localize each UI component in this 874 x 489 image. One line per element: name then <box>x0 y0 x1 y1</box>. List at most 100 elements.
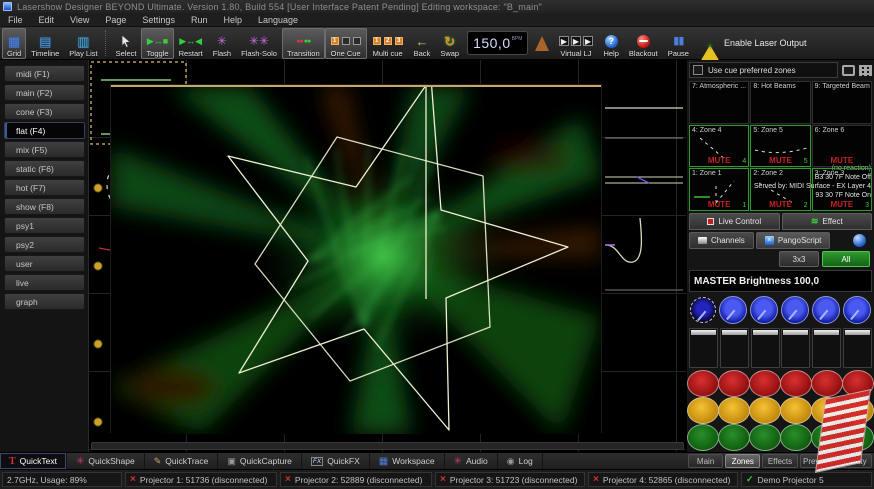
enable-laser-output-button[interactable]: ✳ Enable Laser Output <box>700 35 807 52</box>
help-button[interactable]: ? Help <box>598 28 623 59</box>
fader-slider[interactable] <box>781 328 810 368</box>
menu-language[interactable]: Language <box>250 15 306 25</box>
zone-cell-6[interactable]: 6: Zone 6 MUTE <box>812 125 872 168</box>
status-demo-projector-5[interactable]: ✓ Demo Projector 5 <box>741 472 872 487</box>
fader-slider[interactable] <box>812 328 841 368</box>
knob[interactable] <box>719 296 747 324</box>
zone-cell-5[interactable]: 5: Zone 5 MUTE 5 <box>750 125 810 168</box>
menu-help[interactable]: Help <box>215 15 250 25</box>
grid-view-button[interactable]: ▦ Grid <box>2 28 26 59</box>
tab-pangoscript[interactable]: × PangoScript <box>756 232 831 249</box>
timeline-view-button[interactable]: ▤ Timeline <box>26 28 64 59</box>
sidebar-item-static[interactable]: static (F6) <box>4 160 85 177</box>
color-button-yellow[interactable] <box>718 397 750 424</box>
tab-quicktext[interactable]: T QuickText <box>0 453 67 469</box>
fader-slider[interactable] <box>751 328 780 368</box>
playlist-view-button[interactable]: ▥ Play List <box>64 28 102 59</box>
color-button-red[interactable] <box>718 370 750 397</box>
grid-3x3-button[interactable]: 3x3 <box>779 251 819 267</box>
sidebar-item-live[interactable]: live <box>4 274 85 291</box>
multi-cue-button[interactable]: 123 Multi cue <box>367 28 409 59</box>
tab-audio[interactable]: ✳ Audio <box>445 453 498 469</box>
knob[interactable] <box>812 296 840 324</box>
tab-quickshape[interactable]: ✳ QuickShape <box>67 453 145 469</box>
sidebar-item-user[interactable]: user <box>4 255 85 272</box>
zone-cell-3[interactable]: 3: Zone 3 MUTE 3 <box>812 168 872 211</box>
sidebar-item-mix[interactable]: mix (F5) <box>4 141 85 158</box>
menu-edit[interactable]: Edit <box>31 15 63 25</box>
color-button-green[interactable] <box>749 424 781 451</box>
pause-button[interactable]: ▮▮ Pause <box>663 28 694 59</box>
select-mode-button[interactable]: Select <box>111 28 142 59</box>
bpm-display[interactable]: 150,0 BPM <box>467 31 528 55</box>
tab-effects[interactable]: Effects <box>762 454 797 468</box>
zone-cell-4[interactable]: 4: Zone 4 MUTE 4 <box>689 125 749 168</box>
globe-icon[interactable] <box>853 234 866 247</box>
use-cue-preferred-zones[interactable]: Use cue preferred zones <box>689 62 838 78</box>
transition-button[interactable]: ●●●● Transition <box>282 28 325 59</box>
restart-button[interactable]: ▶↔◀ Restart <box>174 28 208 59</box>
virtual-lj-button[interactable]: ▶▶▶ Virtual LJ <box>553 28 598 59</box>
grid-view-icon[interactable] <box>859 65 872 76</box>
sidebar-item-hot[interactable]: hot (F7) <box>4 179 85 196</box>
horizontal-scrollbar[interactable] <box>91 442 684 450</box>
tab-workspace[interactable]: ▦ Workspace <box>370 453 445 469</box>
knob[interactable] <box>750 296 778 324</box>
flash-solo-button[interactable]: ✳✳ Flash-Solo <box>236 28 282 59</box>
fader-slider[interactable] <box>689 328 718 368</box>
menu-run[interactable]: Run <box>183 15 216 25</box>
status-projector-3[interactable]: × Projector 3: 51723 (disconnected) <box>435 472 585 487</box>
color-button-yellow[interactable] <box>687 397 719 424</box>
swap-button[interactable]: ↻ Swap <box>435 28 464 59</box>
zone-cell-1[interactable]: 1: Zone 1 MUTE 1 <box>689 168 749 211</box>
blackout-button[interactable]: Blackout <box>624 28 663 59</box>
color-button-red[interactable] <box>780 370 812 397</box>
sidebar-item-psy1[interactable]: psy1 <box>4 217 85 234</box>
master-brightness-display[interactable]: MASTER Brightness 100,0 <box>689 270 872 292</box>
tab-effect[interactable]: ≋ Effect <box>782 213 873 230</box>
metronome-icon[interactable] <box>535 36 549 51</box>
color-button-green[interactable] <box>780 424 812 451</box>
tab-live-control[interactable]: Live Control <box>689 213 780 230</box>
color-button-red[interactable] <box>687 370 719 397</box>
status-projector-4[interactable]: × Projector 4: 52865 (disconnected) <box>588 472 738 487</box>
sidebar-item-midi[interactable]: midi (F1) <box>4 65 85 82</box>
knob[interactable] <box>690 297 716 323</box>
back-button[interactable]: ← Back <box>409 28 436 59</box>
knob[interactable] <box>843 296 871 324</box>
fader-slider[interactable] <box>720 328 749 368</box>
all-button[interactable]: All <box>822 251 870 267</box>
status-projector-2[interactable]: × Projector 2: 52889 (disconnected) <box>280 472 432 487</box>
flash-button[interactable]: ✳ Flash <box>208 28 236 59</box>
knob[interactable] <box>781 296 809 324</box>
toggle-play-button[interactable]: ▶↔■ Toggle <box>141 28 173 59</box>
sidebar-item-main[interactable]: main (F2) <box>4 84 85 101</box>
color-button-red[interactable] <box>749 370 781 397</box>
color-button-yellow[interactable] <box>780 397 812 424</box>
tab-main[interactable]: Main <box>688 454 723 468</box>
tab-zones[interactable]: Zones <box>725 454 760 468</box>
sidebar-item-psy2[interactable]: psy2 <box>4 236 85 253</box>
color-button-yellow[interactable] <box>749 397 781 424</box>
sidebar-item-cone[interactable]: cone (F3) <box>4 103 85 120</box>
color-button-green[interactable] <box>718 424 750 451</box>
menu-settings[interactable]: Settings <box>134 15 183 25</box>
one-cue-button[interactable]: 1 One Cue <box>325 28 367 59</box>
laser-preview-window[interactable] <box>111 85 601 432</box>
color-button-green[interactable] <box>687 424 719 451</box>
tab-quickfx[interactable]: FX QuickFX <box>302 453 370 469</box>
menu-file[interactable]: File <box>0 15 31 25</box>
zone-cell-8[interactable]: 8: Hot Beams <box>750 81 810 124</box>
sidebar-item-show[interactable]: show (F8) <box>4 198 85 215</box>
zone-cell-9[interactable]: 9: Targeted Beam <box>812 81 872 124</box>
sidebar-item-flat[interactable]: flat (F4) <box>4 122 85 139</box>
single-view-icon[interactable] <box>842 65 855 76</box>
fader-slider[interactable] <box>843 328 872 368</box>
menu-page[interactable]: Page <box>97 15 134 25</box>
zone-cell-7[interactable]: 7: Atmospheric ... <box>689 81 749 124</box>
tab-quicktrace[interactable]: ✎ QuickTrace <box>145 453 219 469</box>
checkbox-icon[interactable] <box>693 65 703 75</box>
color-button-red[interactable] <box>811 370 843 397</box>
cue-grid[interactable] <box>88 60 686 452</box>
tab-log[interactable]: ◉ Log <box>498 453 543 469</box>
